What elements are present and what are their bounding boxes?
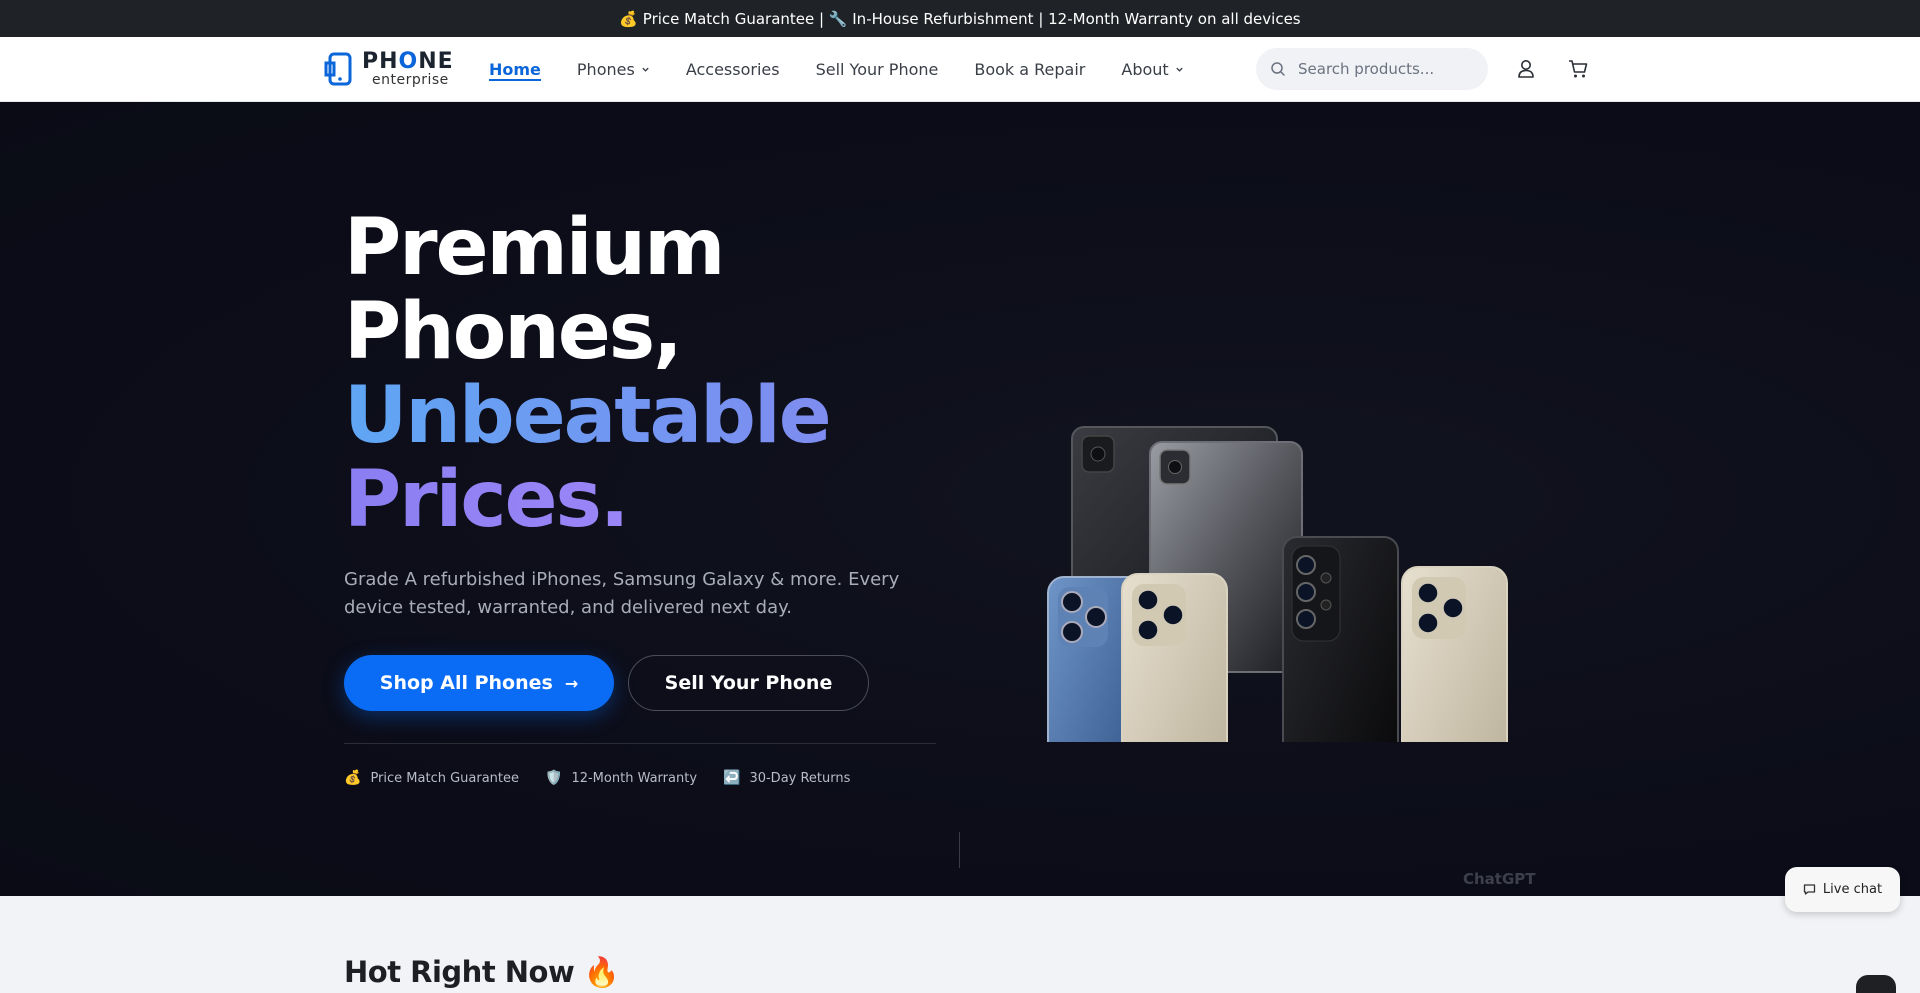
- cart-icon[interactable]: [1567, 58, 1589, 80]
- phones-hero-image: [1047, 426, 1508, 742]
- live-chat-label: Live chat: [1822, 882, 1883, 897]
- hero-section: Premium Phones, Unbeatable Prices. Grade…: [0, 102, 1920, 896]
- chat-icon: [1803, 884, 1816, 895]
- logo-subtitle: enterprise: [372, 72, 449, 88]
- sell-your-phone-button[interactable]: Sell Your Phone: [628, 655, 869, 711]
- hero-line-1: Premium: [344, 203, 725, 293]
- shield-icon: 🛡️: [545, 770, 563, 786]
- shop-all-phones-button[interactable]: Shop All Phones →: [344, 655, 614, 711]
- logo-wordmark: PHONE: [362, 49, 454, 74]
- return-arrow-icon: ↩️: [723, 770, 741, 786]
- search-bar[interactable]: [1256, 48, 1488, 90]
- hero-subtitle: Grade A refurbished iPhones, Samsung Gal…: [344, 569, 900, 618]
- phone-logo-icon: [324, 52, 352, 86]
- watermark-text: ChatGPT: [1463, 870, 1536, 888]
- feature-warranty: 🛡️ 12-Month Warranty: [545, 770, 698, 786]
- announcement-text: 💰 Price Match Guarantee | 🔧 In-House Ref…: [619, 9, 1301, 28]
- announcement-bar: 💰 Price Match Guarantee | 🔧 In-House Ref…: [0, 0, 1920, 37]
- hero-line-4: Prices.: [344, 458, 830, 542]
- chevron-down-icon: [642, 67, 649, 72]
- feature-price-match: 💰 Price Match Guarantee: [344, 770, 520, 786]
- site-header: PHONE enterprise Home Phones Accessories…: [0, 37, 1920, 102]
- nav-about[interactable]: About: [1121, 37, 1183, 101]
- nav-phones[interactable]: Phones: [577, 37, 650, 101]
- search-input[interactable]: [1298, 60, 1478, 78]
- section-title: Hot Right Now 🔥: [344, 955, 620, 989]
- hero-line-2: Phones,: [344, 287, 683, 377]
- arrow-right-icon: →: [564, 673, 579, 693]
- nav-home[interactable]: Home: [489, 37, 541, 101]
- money-bag-icon: 💰: [344, 770, 362, 786]
- live-chat-button[interactable]: Live chat: [1785, 867, 1900, 912]
- hero-vertical-line: [959, 832, 960, 868]
- logo[interactable]: PHONE enterprise: [322, 49, 458, 89]
- chat-widget-bubble[interactable]: [1856, 975, 1896, 993]
- search-icon: [1271, 62, 1285, 76]
- hero-features: 💰 Price Match Guarantee 🛡️ 12-Month Warr…: [344, 770, 850, 786]
- hero-headline: Premium Phones, Unbeatable Prices.: [344, 203, 832, 542]
- chevron-down-icon: [1176, 67, 1183, 72]
- nav-accessories[interactable]: Accessories: [686, 37, 780, 101]
- nav-sell-your-phone[interactable]: Sell Your Phone: [816, 37, 939, 101]
- user-icon[interactable]: [1515, 58, 1537, 80]
- main-nav: Home Phones Accessories Sell Your Phone …: [489, 37, 1220, 101]
- nav-book-a-repair[interactable]: Book a Repair: [974, 37, 1085, 101]
- feature-returns: ↩️ 30-Day Returns: [723, 770, 851, 786]
- hero-divider: [344, 743, 936, 744]
- hero-line-3: Unbeatable: [344, 371, 832, 461]
